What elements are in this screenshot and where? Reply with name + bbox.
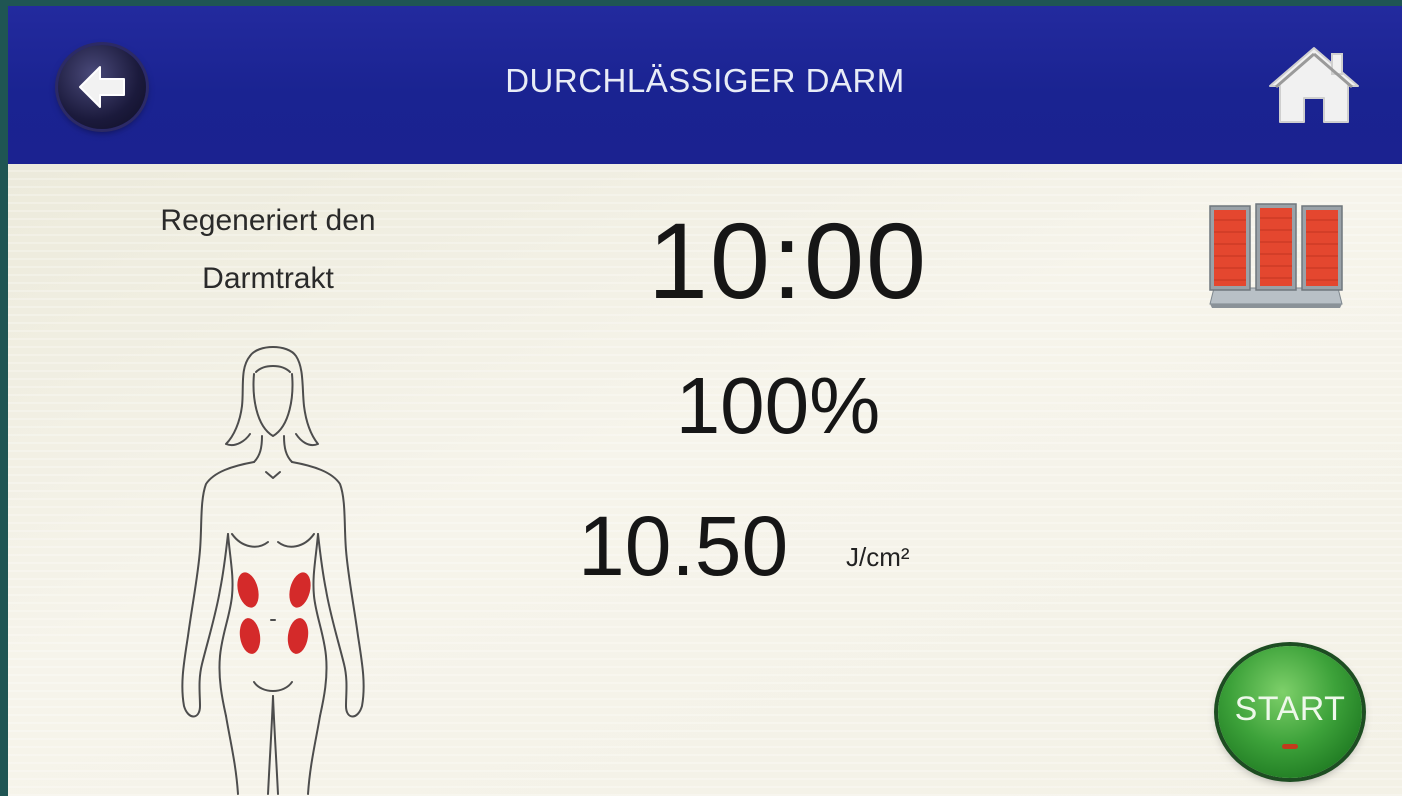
program-description: Regeneriert den Darmtrakt bbox=[128, 192, 408, 308]
page-title: DURCHLÄSSIGER DARM bbox=[505, 62, 905, 99]
intensity-value[interactable]: 100% bbox=[568, 360, 988, 452]
home-icon bbox=[1269, 47, 1359, 123]
program-panel: Regeneriert den Darmtrakt 10:00 100% 10.… bbox=[8, 164, 1402, 796]
red-light-panel-icon[interactable] bbox=[1204, 200, 1348, 312]
home-button[interactable] bbox=[1266, 44, 1362, 124]
description-line-1: Regeneriert den bbox=[160, 204, 376, 237]
description-line-2: Darmtrakt bbox=[202, 262, 334, 295]
device-screen: DURCHLÄSSIGER DARM Regeneriert den Darmt… bbox=[8, 6, 1402, 796]
status-indicator bbox=[1282, 744, 1298, 749]
energy-dose-unit: J/cm² bbox=[846, 542, 910, 572]
title-bar: DURCHLÄSSIGER DARM bbox=[8, 6, 1402, 164]
treatment-time[interactable]: 10:00 bbox=[568, 198, 1008, 323]
start-button[interactable]: START bbox=[1218, 646, 1362, 778]
female-body-outline-icon bbox=[181, 346, 365, 795]
start-label: START bbox=[1234, 690, 1346, 728]
energy-dose-value: 10.50 bbox=[578, 499, 789, 593]
